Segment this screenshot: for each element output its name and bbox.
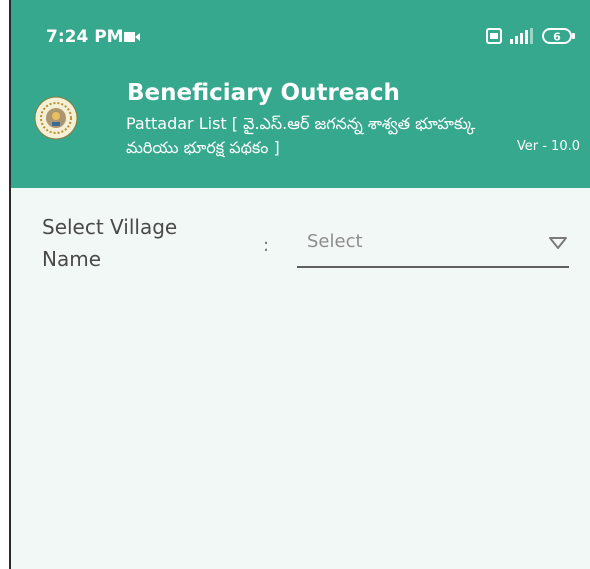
app-title: Beneficiary Outreach xyxy=(127,80,400,106)
app-subtitle: Pattadar List [ వై.ఎస్.ఆర్ జగనన్న శాశ్వత… xyxy=(126,114,476,157)
label-separator: : xyxy=(263,235,270,256)
video-camera-icon xyxy=(124,32,140,42)
main-content: Select Village Name : Select xyxy=(11,188,590,569)
status-icons: 6 xyxy=(486,26,576,46)
village-select-value: Select xyxy=(307,231,363,252)
andhra-pradesh-emblem-icon xyxy=(34,96,78,140)
village-select[interactable]: Select xyxy=(297,226,569,268)
signal-icon xyxy=(510,28,533,44)
status-time: 7:24 PM xyxy=(46,27,124,47)
dropdown-triangle-icon xyxy=(549,237,567,249)
app-header: 7:24 PM 6 Beneficiary Outreach Pattadar … xyxy=(11,0,590,188)
battery-icon: 6 xyxy=(542,28,575,44)
sim-card-icon xyxy=(486,28,502,44)
app-version: Ver - 10.0 xyxy=(516,139,580,154)
status-bar: 7:24 PM 6 xyxy=(11,0,590,72)
battery-level: 6 xyxy=(553,31,561,44)
village-name-label: Select Village Name xyxy=(42,215,178,271)
